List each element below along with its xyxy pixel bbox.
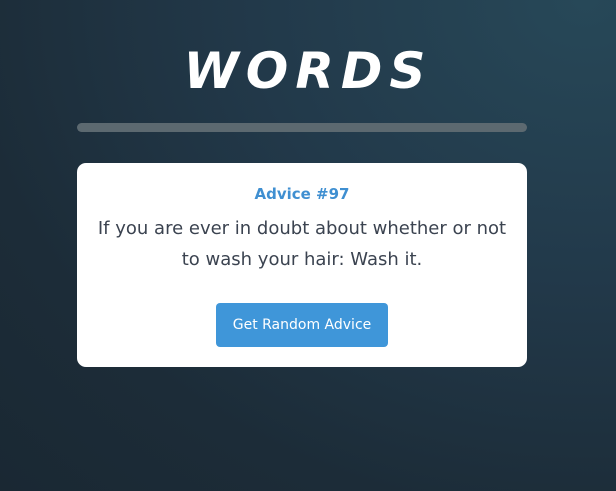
divider-bar [77, 123, 527, 132]
page-title: WORDS [183, 42, 433, 100]
advice-text: If you are ever in doubt about whether o… [97, 218, 507, 270]
get-random-advice-button[interactable]: Get Random Advice [216, 303, 388, 347]
advice-card: Advice #97 If you are ever in doubt abou… [77, 163, 527, 367]
advice-number: Advice #97 [254, 185, 350, 203]
